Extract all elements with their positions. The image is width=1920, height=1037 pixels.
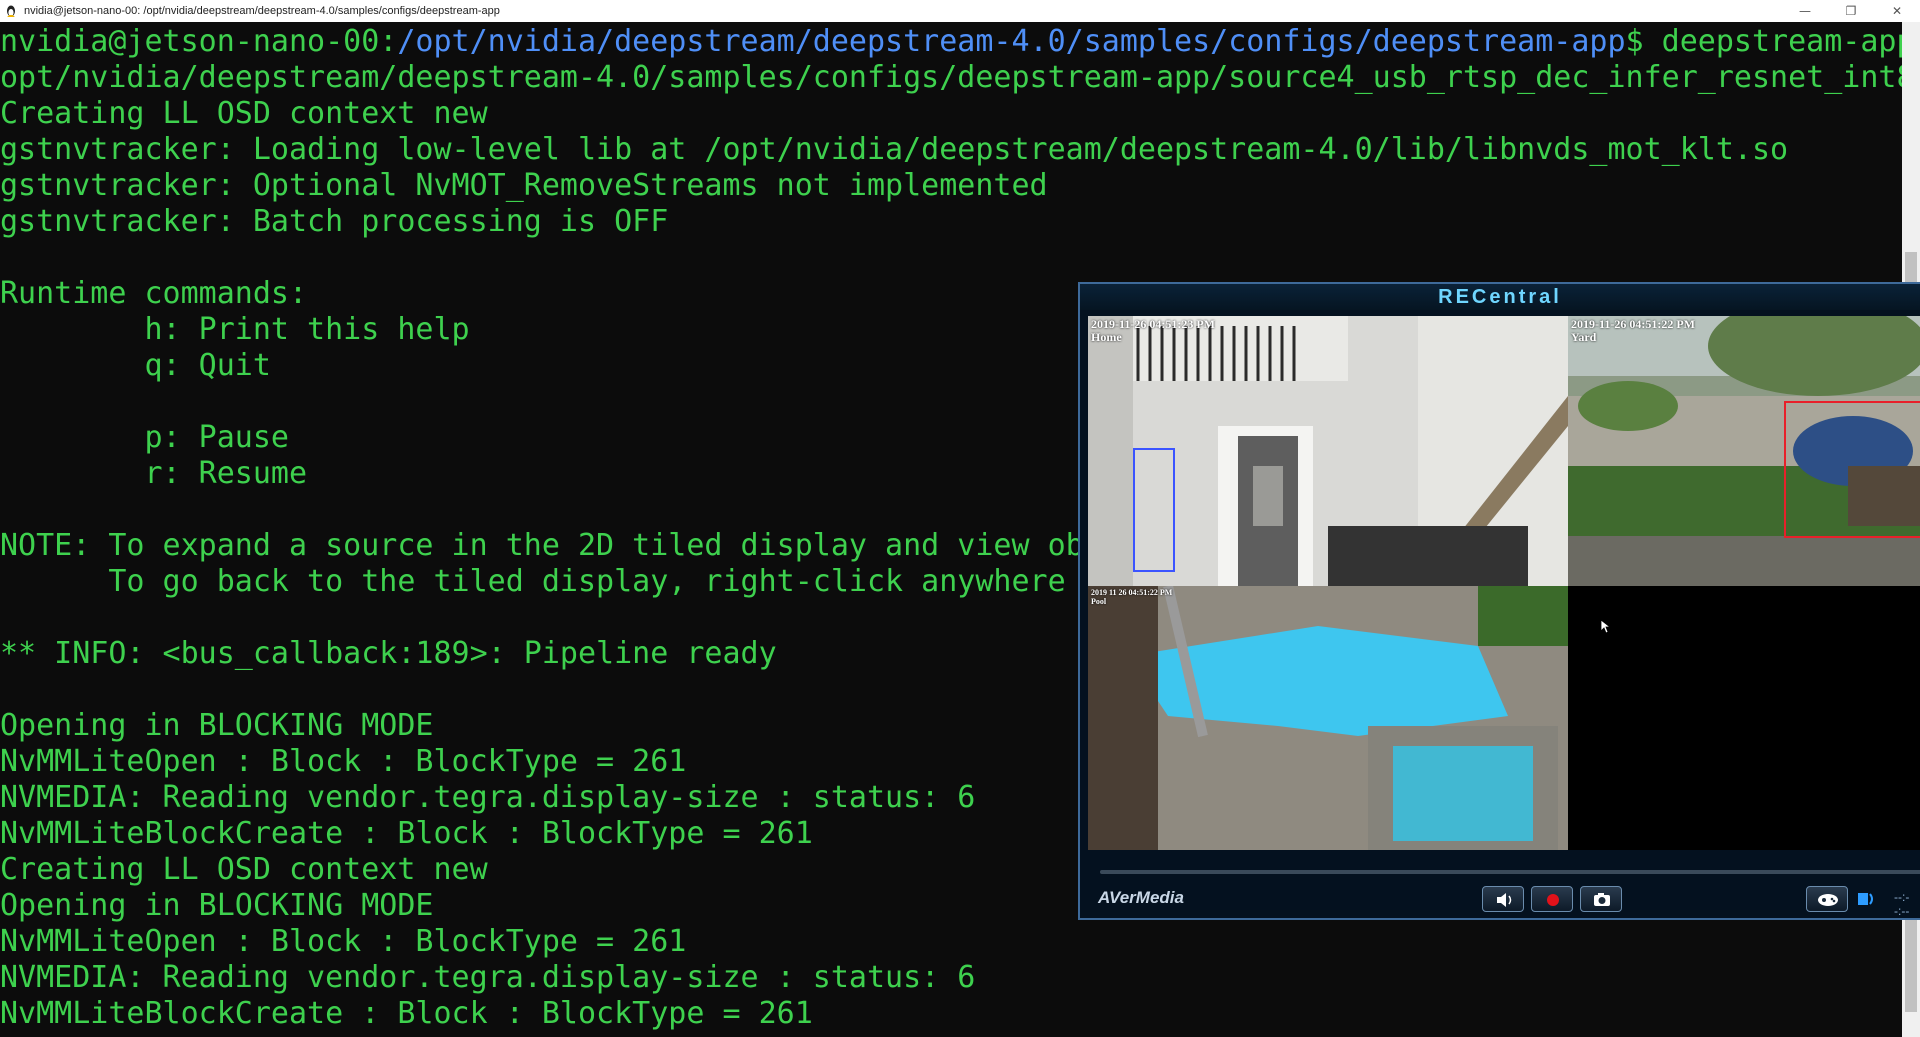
window-titlebar: nvidia@jetson-nano-00: /opt/nvidia/deeps… <box>0 0 1920 22</box>
terminal-line: ** INFO: <bus_callback:189>: Pipeline re… <box>0 636 777 671</box>
stream-button[interactable] <box>1854 888 1878 910</box>
mouse-cursor-icon <box>1601 620 1611 634</box>
terminal-line: NvMMLiteBlockCreate : Block : BlockType … <box>0 996 813 1031</box>
speaker-button[interactable] <box>1482 886 1524 912</box>
terminal-line: Creating LL OSD context new <box>0 96 488 131</box>
window-title: nvidia@jetson-nano-00: /opt/nvidia/deeps… <box>24 5 500 17</box>
car-bounding-box <box>1784 401 1920 538</box>
linux-tux-icon <box>7 5 15 17</box>
terminal-line: q: Quit <box>0 348 271 383</box>
terminal-line: Runtime commands: <box>0 276 308 311</box>
terminal-prompt-line: nvidia@jetson-nano-00:/opt/nvidia/deepst… <box>0 24 1920 60</box>
avermedia-logo: AVerMedia <box>1098 888 1184 907</box>
terminal-line: Opening in BLOCKING MODE <box>0 888 434 923</box>
terminal-line: p: Pause <box>0 420 289 455</box>
terminal-line: gstnvtracker: Batch processing is OFF <box>0 204 669 239</box>
terminal-line: h: Print this help <box>0 312 470 347</box>
terminal-line: gstnvtracker: Loading low-level lib at /… <box>0 132 1789 167</box>
restore-button[interactable]: ❐ <box>1828 0 1874 22</box>
record-icon <box>1547 894 1559 906</box>
seek-bar[interactable] <box>1100 870 1920 874</box>
terminal-line: NvMMLiteOpen : Block : BlockType = 261 <box>0 744 687 779</box>
terminal-line: NvMMLiteOpen : Block : BlockType = 261 <box>0 924 687 959</box>
stream-settings-button[interactable] <box>1806 886 1848 912</box>
pool-scene <box>1088 586 1568 850</box>
recentral-viewer-window[interactable]: RECentral 2019-11-26 04:51:23 PM Home 20… <box>1078 282 1920 920</box>
tile-timestamp-home: 2019-11-26 04:51:23 PM Home <box>1091 317 1215 344</box>
viewer-title: RECentral <box>1080 284 1920 310</box>
snapshot-button[interactable] <box>1580 886 1622 912</box>
time-display: --:--:-- <box>1894 890 1910 918</box>
speaker-icon <box>1497 893 1512 907</box>
prompt-user: nvidia@jetson-nano-00: <box>0 24 398 59</box>
video-tile-home[interactable]: 2019-11-26 04:51:23 PM Home <box>1088 316 1568 586</box>
terminal-line: Opening in BLOCKING MODE <box>0 708 434 743</box>
stream-icon <box>1858 893 1873 905</box>
close-button[interactable]: ✕ <box>1874 0 1920 22</box>
tile-timestamp-pool: 2019 11 26 04:51:22 PM Pool <box>1091 588 1173 606</box>
terminal-line: NVMEDIA: Reading vendor.tegra.display-si… <box>0 960 976 995</box>
video-tile-pool[interactable]: 2019 11 26 04:51:22 PM Pool <box>1088 586 1568 850</box>
terminal-line: gstnvtracker: Optional NvMOT_RemoveStrea… <box>0 168 1048 203</box>
record-button[interactable] <box>1531 886 1573 912</box>
person-bounding-box <box>1133 448 1175 572</box>
camera-icon <box>1594 893 1610 906</box>
terminal-line: NVMEDIA: Reading vendor.tegra.display-si… <box>0 780 976 815</box>
tile-timestamp-yard: 2019-11-26 04:51:22 PM Yard <box>1571 317 1695 344</box>
prompt-path: /opt/nvidia/deepstream/deepstream-4.0/sa… <box>397 24 1626 59</box>
prompt-command: $ deepstream-app -c / <box>1625 24 1915 59</box>
video-tile-yard[interactable]: 2019-11-26 04:51:22 PM Yard <box>1568 316 1920 586</box>
terminal-line: To go back to the tiled display, right-c… <box>0 564 1156 599</box>
terminal-line: Creating LL OSD context new <box>0 852 488 887</box>
terminal-line: r: Resume <box>0 456 308 491</box>
gamepad-icon <box>1818 894 1838 906</box>
terminal-line: NvMMLiteBlockCreate : Block : BlockType … <box>0 816 813 851</box>
video-tile-empty[interactable] <box>1568 586 1920 850</box>
video-tile-grid[interactable]: 2019-11-26 04:51:23 PM Home 2019-11-26 0… <box>1088 316 1920 850</box>
minimize-button[interactable]: — <box>1782 0 1828 22</box>
terminal-line: opt/nvidia/deepstream/deepstream-4.0/sam… <box>0 60 1920 95</box>
terminal-line: NOTE: To expand a source in the 2D tiled… <box>0 528 1156 563</box>
